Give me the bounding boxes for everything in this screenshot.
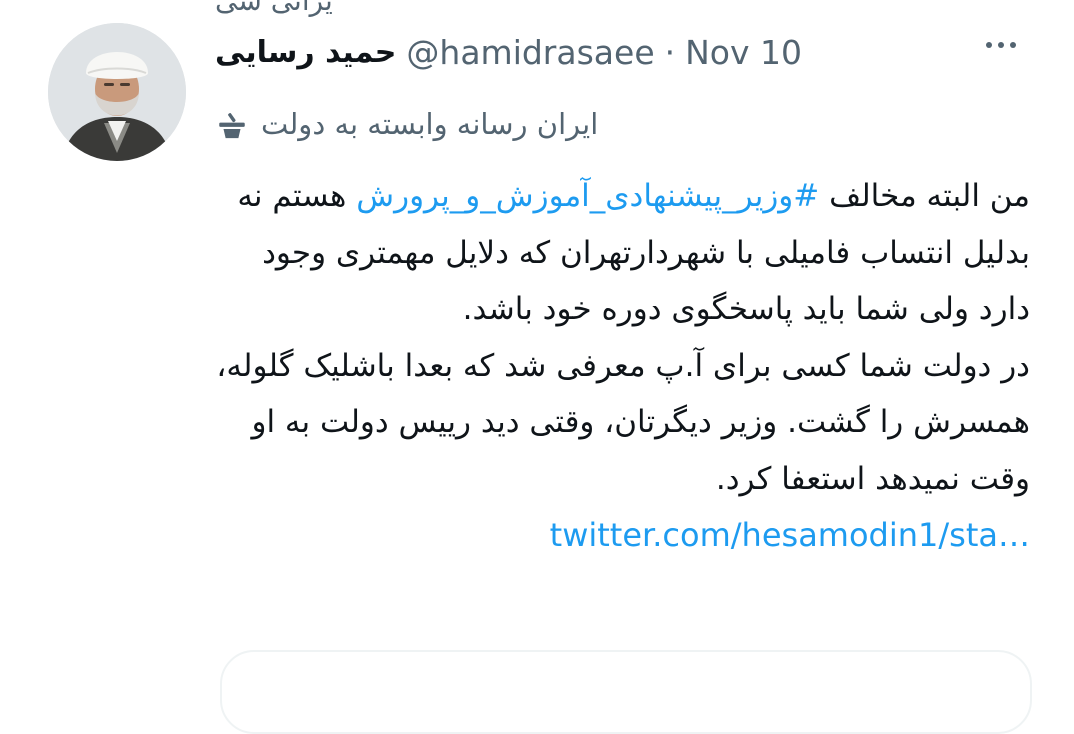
more-options-button[interactable] xyxy=(986,42,1016,48)
tweet-paragraph: در دولت شما کسی برای آ.پ معرفی شد که بعد… xyxy=(216,347,1030,497)
author-display-name[interactable]: حمید رسایی xyxy=(215,35,396,70)
more-dot-icon xyxy=(998,42,1004,48)
hashtag-link[interactable]: #وزیر_پیشنهادی_آموزش_و_پرورش xyxy=(356,178,819,214)
link-preview-card[interactable] xyxy=(220,650,1032,734)
tweet-date[interactable]: Nov 10 xyxy=(685,33,802,72)
previous-tweet-fragment: یرانی سی xyxy=(215,0,333,17)
author-line: حمید رسایی @hamidrasaee · Nov 10 xyxy=(215,30,802,74)
state-media-podium-icon xyxy=(219,113,245,139)
tweet-paragraph: من البته مخالف #وزیر_پیشنهادی_آموزش_و_پر… xyxy=(215,168,1030,338)
quoted-tweet-link[interactable]: twitter.com/hesamodin1/sta… xyxy=(215,507,1030,564)
tweet-text-segment: من البته مخالف xyxy=(819,178,1030,214)
avatar-photo xyxy=(48,23,186,161)
tweet-text: من البته مخالف #وزیر_پیشنهادی_آموزش_و_پر… xyxy=(215,168,1030,564)
more-dot-icon xyxy=(1010,42,1016,48)
author-handle[interactable]: @hamidrasaee xyxy=(406,33,654,72)
separator-dot: · xyxy=(664,32,676,72)
more-dot-icon xyxy=(986,42,992,48)
state-media-label[interactable]: ایران رسانه وابسته به دولت xyxy=(215,100,598,148)
avatar[interactable] xyxy=(48,23,186,161)
state-media-label-text: ایران رسانه وابسته به دولت xyxy=(261,107,599,141)
